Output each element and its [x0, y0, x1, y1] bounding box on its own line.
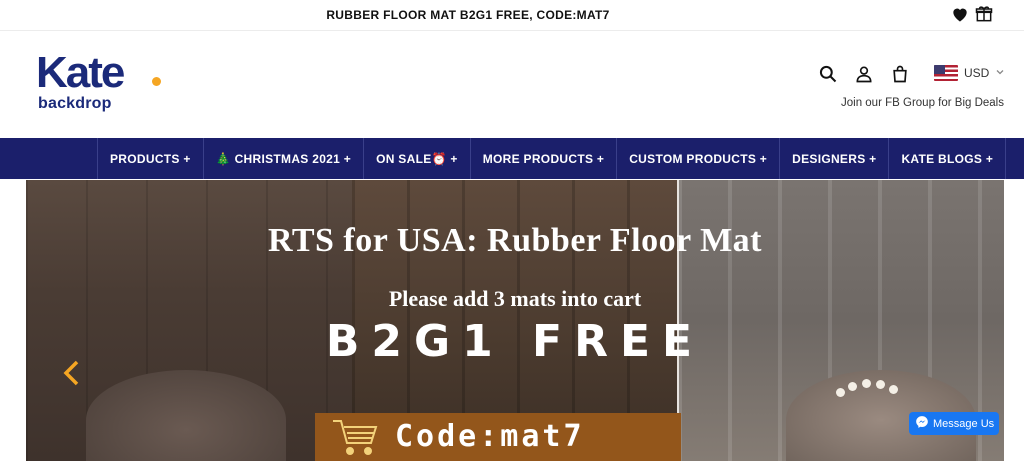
announcement-text[interactable]: RUBBER FLOOR MAT B2G1 FREE, CODE:MAT7: [0, 8, 936, 22]
banner-offer: B2G1 FREE: [325, 316, 705, 367]
chevron-down-icon: [995, 66, 1005, 80]
chevron-right-icon[interactable]: [1000, 358, 1004, 388]
heart-icon[interactable]: [950, 4, 970, 29]
baby-photo-left: [86, 370, 286, 461]
nav-item-christmas[interactable]: 🎄 CHRISTMAS 2021 +: [204, 138, 365, 179]
us-flag-icon: [934, 65, 958, 81]
nav-item-custom-products[interactable]: CUSTOM PRODUCTS +: [617, 138, 781, 179]
nav-list: PRODUCTS + 🎄 CHRISTMAS 2021 + ON SALE⏰ +…: [97, 138, 1007, 179]
currency-selector[interactable]: USD: [934, 65, 1005, 81]
messenger-label: Message Us: [933, 417, 995, 430]
chevron-left-icon[interactable]: [60, 358, 84, 388]
nav-item-designers[interactable]: DESIGNERS +: [780, 138, 890, 179]
account-icon[interactable]: [854, 64, 874, 89]
shopping-cart-icon: [329, 415, 381, 459]
messenger-icon: [915, 415, 929, 432]
fb-group-link[interactable]: Join our FB Group for Big Deals: [841, 97, 1004, 109]
nav-item-products[interactable]: PRODUCTS +: [98, 138, 204, 179]
logo-sun-dot: [152, 77, 161, 86]
promo-code-text: Code:mat7: [395, 419, 585, 454]
site-header: Kate backdrop USD Join our FB Group for …: [0, 31, 1024, 138]
promo-code-box: Code:mat7: [315, 413, 681, 461]
logo-main-text: Kate: [36, 48, 125, 97]
main-nav: PRODUCTS + 🎄 CHRISTMAS 2021 + ON SALE⏰ +…: [0, 138, 1024, 179]
kate-backdrop-logo[interactable]: Kate backdrop: [36, 51, 176, 121]
gift-icon[interactable]: [974, 4, 994, 29]
flower-crown: [876, 380, 885, 389]
nav-item-on-sale[interactable]: ON SALE⏰ +: [364, 138, 471, 179]
flower-crown: [836, 388, 845, 397]
flower-crown: [848, 382, 857, 391]
cart-icon[interactable]: [890, 64, 910, 89]
hero-banner[interactable]: RTS for USA: Rubber Floor Mat Please add…: [26, 180, 1004, 461]
announcement-icons: [950, 4, 994, 29]
search-icon[interactable]: [818, 64, 838, 89]
flower-crown: [862, 379, 871, 388]
banner-subtitle: Please add 3 mats into cart: [388, 286, 642, 311]
flower-crown: [889, 385, 898, 394]
messenger-button[interactable]: Message Us: [909, 412, 999, 435]
nav-item-more-products[interactable]: MORE PRODUCTS +: [471, 138, 618, 179]
logo-sub-text: backdrop: [38, 95, 112, 112]
nav-item-kate-blogs[interactable]: KATE BLOGS +: [889, 138, 1007, 179]
banner-title: RTS for USA: Rubber Floor Mat: [267, 222, 763, 259]
currency-value: USD: [964, 66, 990, 80]
header-icons: [818, 64, 910, 89]
announcement-bar: RUBBER FLOOR MAT B2G1 FREE, CODE:MAT7: [0, 0, 1024, 31]
